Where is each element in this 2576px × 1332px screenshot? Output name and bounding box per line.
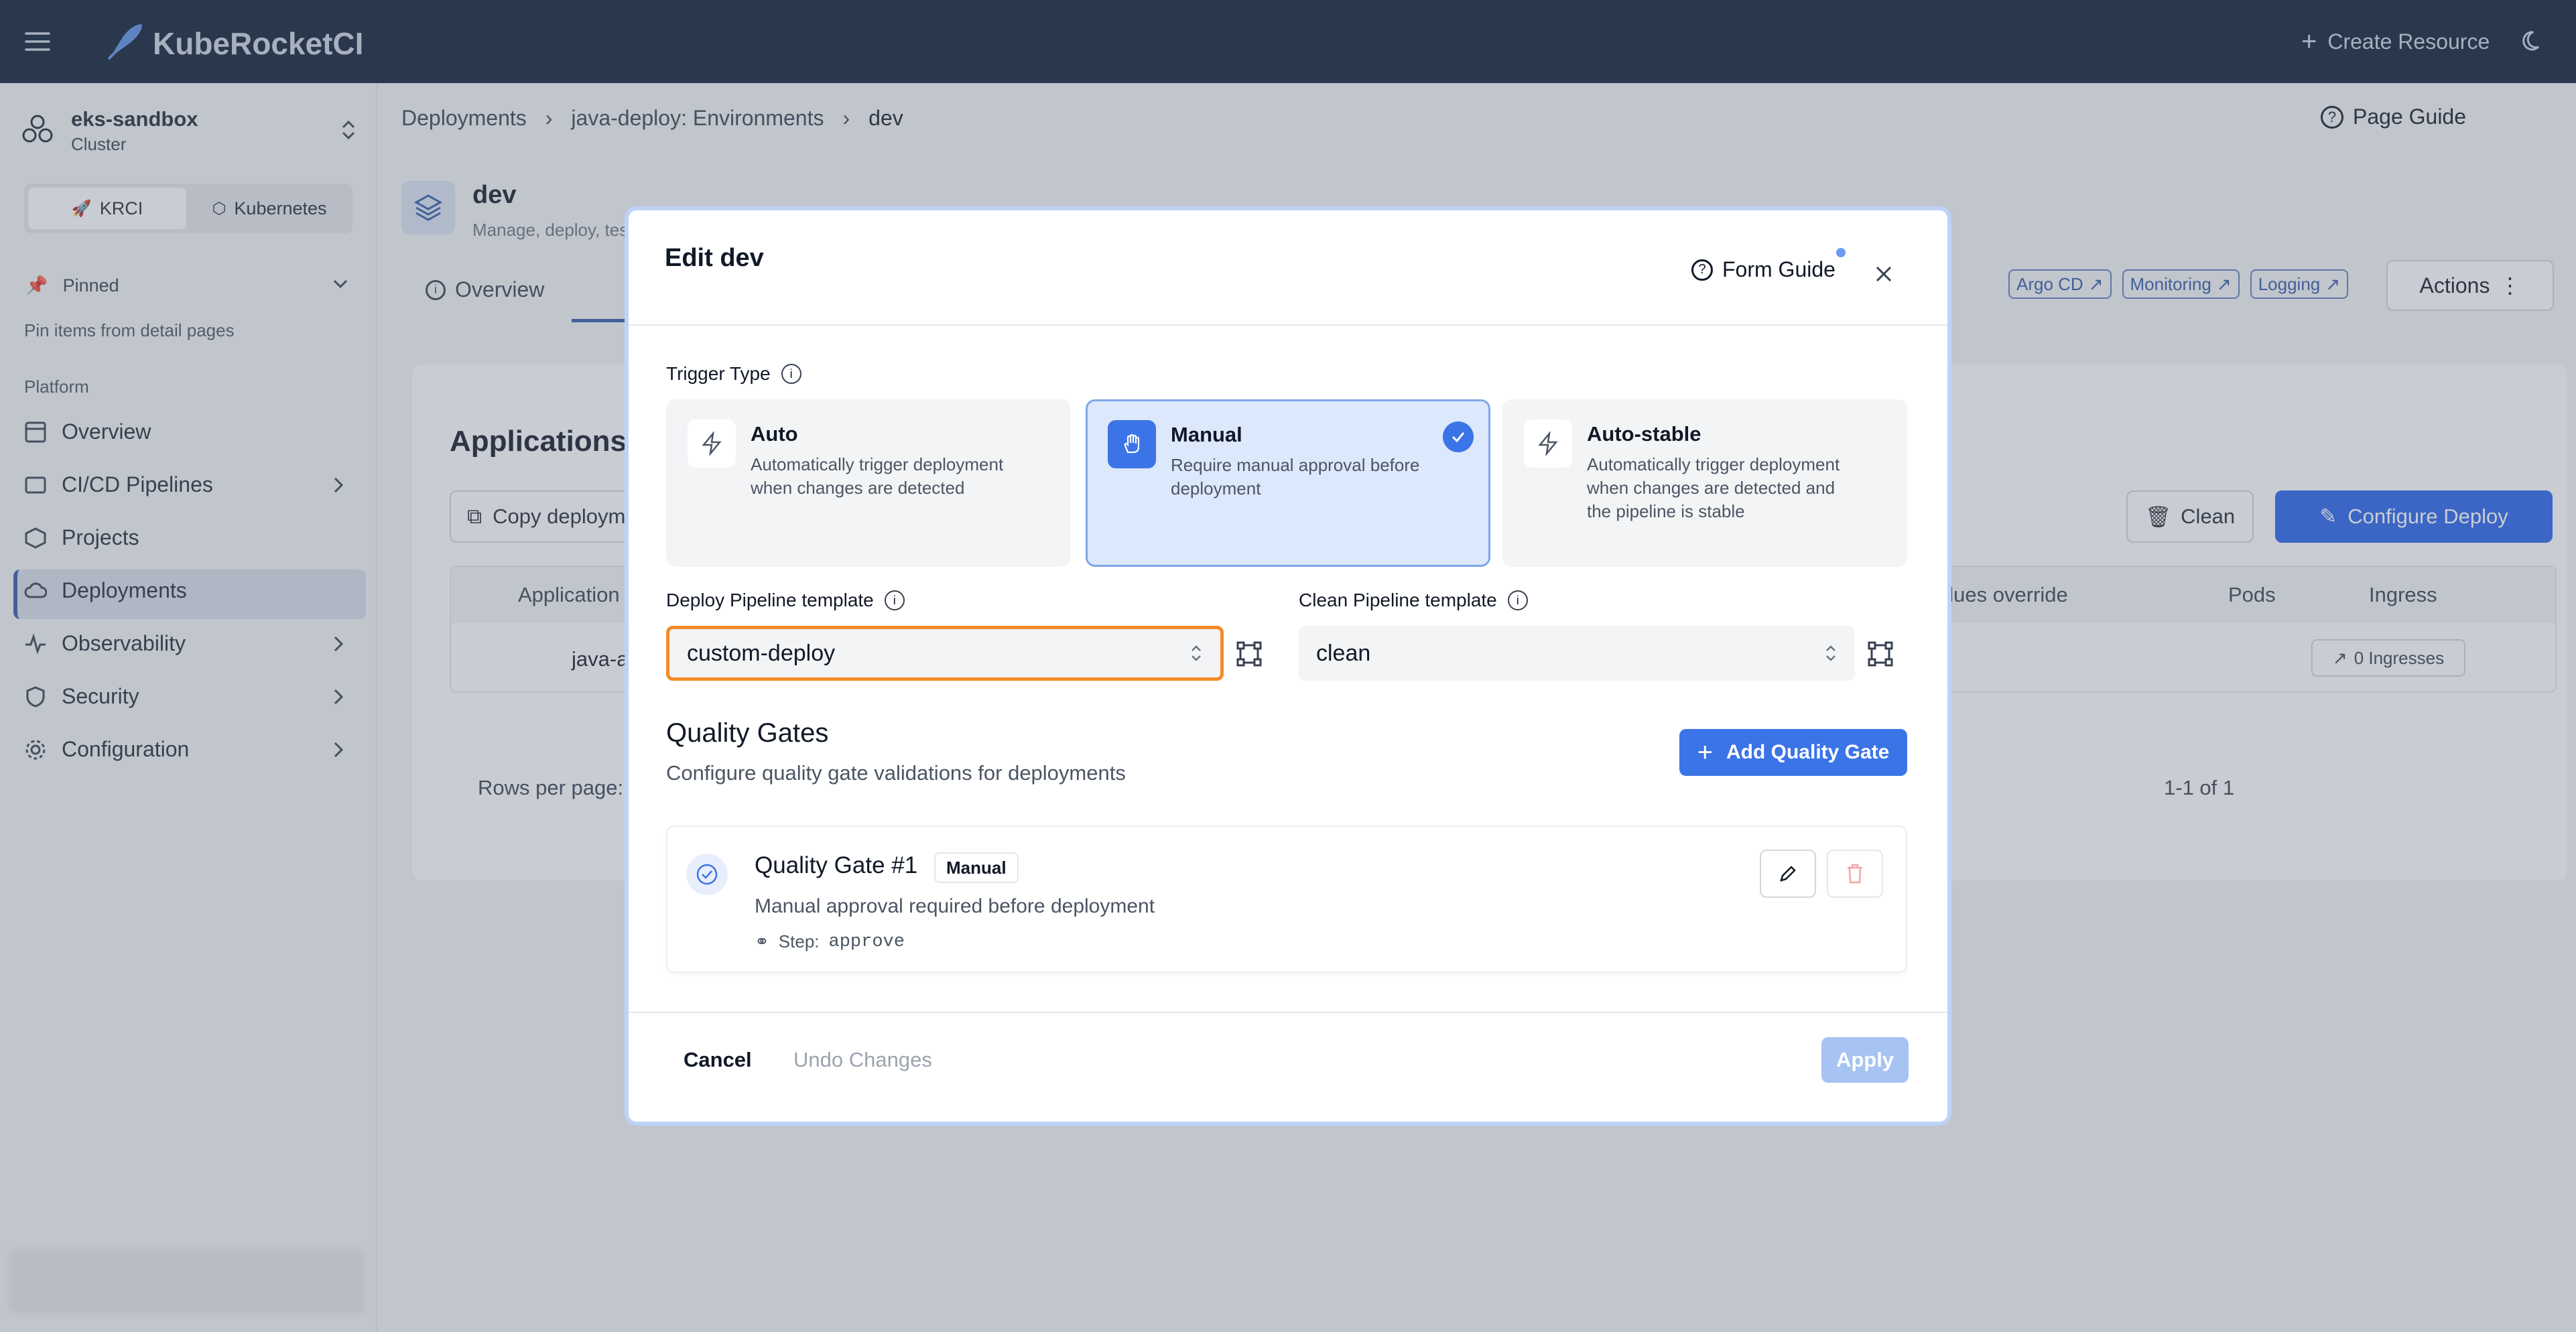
plus-icon: + [1697,737,1713,767]
gate-description: Manual approval required before deployme… [755,895,1155,917]
quality-gate-card: Quality Gate #1 Manual Manual approval r… [666,825,1907,973]
pipeline-graph-icon[interactable] [1867,641,1894,667]
notification-dot [1836,248,1846,257]
trigger-auto-desc: Automatically trigger deployment when ch… [751,454,1004,498]
zap-icon [1524,419,1572,468]
trigger-type-label: Trigger Type i [666,363,801,385]
trigger-auto-card[interactable]: Auto Automatically trigger deployment wh… [666,399,1071,567]
trigger-manual-card[interactable]: Manual Require manual approval before de… [1086,399,1490,567]
link-icon: ⚭ [755,931,769,951]
quality-gates-title: Quality Gates [666,718,829,748]
undo-changes-button[interactable]: Undo Changes [793,1048,932,1072]
trigger-auto-stable-title: Auto-stable [1587,422,1701,446]
dialog-title: Edit dev [665,244,764,272]
deploy-pipeline-select[interactable]: custom-deploy [666,626,1224,681]
trigger-manual-title: Manual [1171,423,1242,446]
info-icon[interactable]: i [1507,590,1528,610]
pencil-icon [1780,866,1796,882]
info-icon[interactable]: i [781,364,801,384]
hand-icon [1108,420,1156,468]
check-circle-icon [1443,421,1474,452]
trigger-auto-stable-desc: Automatically trigger deployment when ch… [1587,454,1840,521]
quality-gates-description: Configure quality gate validations for d… [666,761,1126,785]
edit-dialog: Edit dev ? Form Guide Trigger Type i Aut… [629,210,1947,1122]
divider [629,1012,1947,1013]
trash-icon [1848,864,1862,884]
check-circle-icon [686,854,728,895]
gate-badge: Manual [934,852,1019,883]
divider [629,324,1947,326]
info-icon[interactable]: i [884,590,905,610]
chevron-updown-icon [1192,645,1201,661]
delete-gate-button[interactable] [1827,850,1883,898]
add-quality-gate-button[interactable]: + Add Quality Gate [1679,729,1907,776]
chevron-updown-icon [1826,645,1836,661]
edit-gate-button[interactable] [1760,850,1816,898]
gate-name: Quality Gate #1 [755,852,918,878]
close-icon[interactable] [1874,264,1894,284]
gate-step: ⚭ Step: approve [755,931,905,952]
deploy-pipeline-label: Deploy Pipeline template i [666,590,905,611]
zap-icon [688,419,736,468]
clean-pipeline-label: Clean Pipeline template i [1299,590,1528,611]
form-guide-button[interactable]: ? Form Guide [1691,257,1836,282]
cancel-button[interactable]: Cancel [684,1048,752,1072]
clean-pipeline-select[interactable]: clean [1299,626,1855,681]
apply-button[interactable]: Apply [1821,1037,1909,1083]
trigger-auto-title: Auto [751,422,798,446]
trigger-manual-desc: Require manual approval before deploymen… [1171,455,1420,498]
help-circle-icon: ? [1691,259,1713,281]
trigger-auto-stable-card[interactable]: Auto-stable Automatically trigger deploy… [1502,399,1907,567]
pipeline-graph-icon[interactable] [1236,641,1263,667]
